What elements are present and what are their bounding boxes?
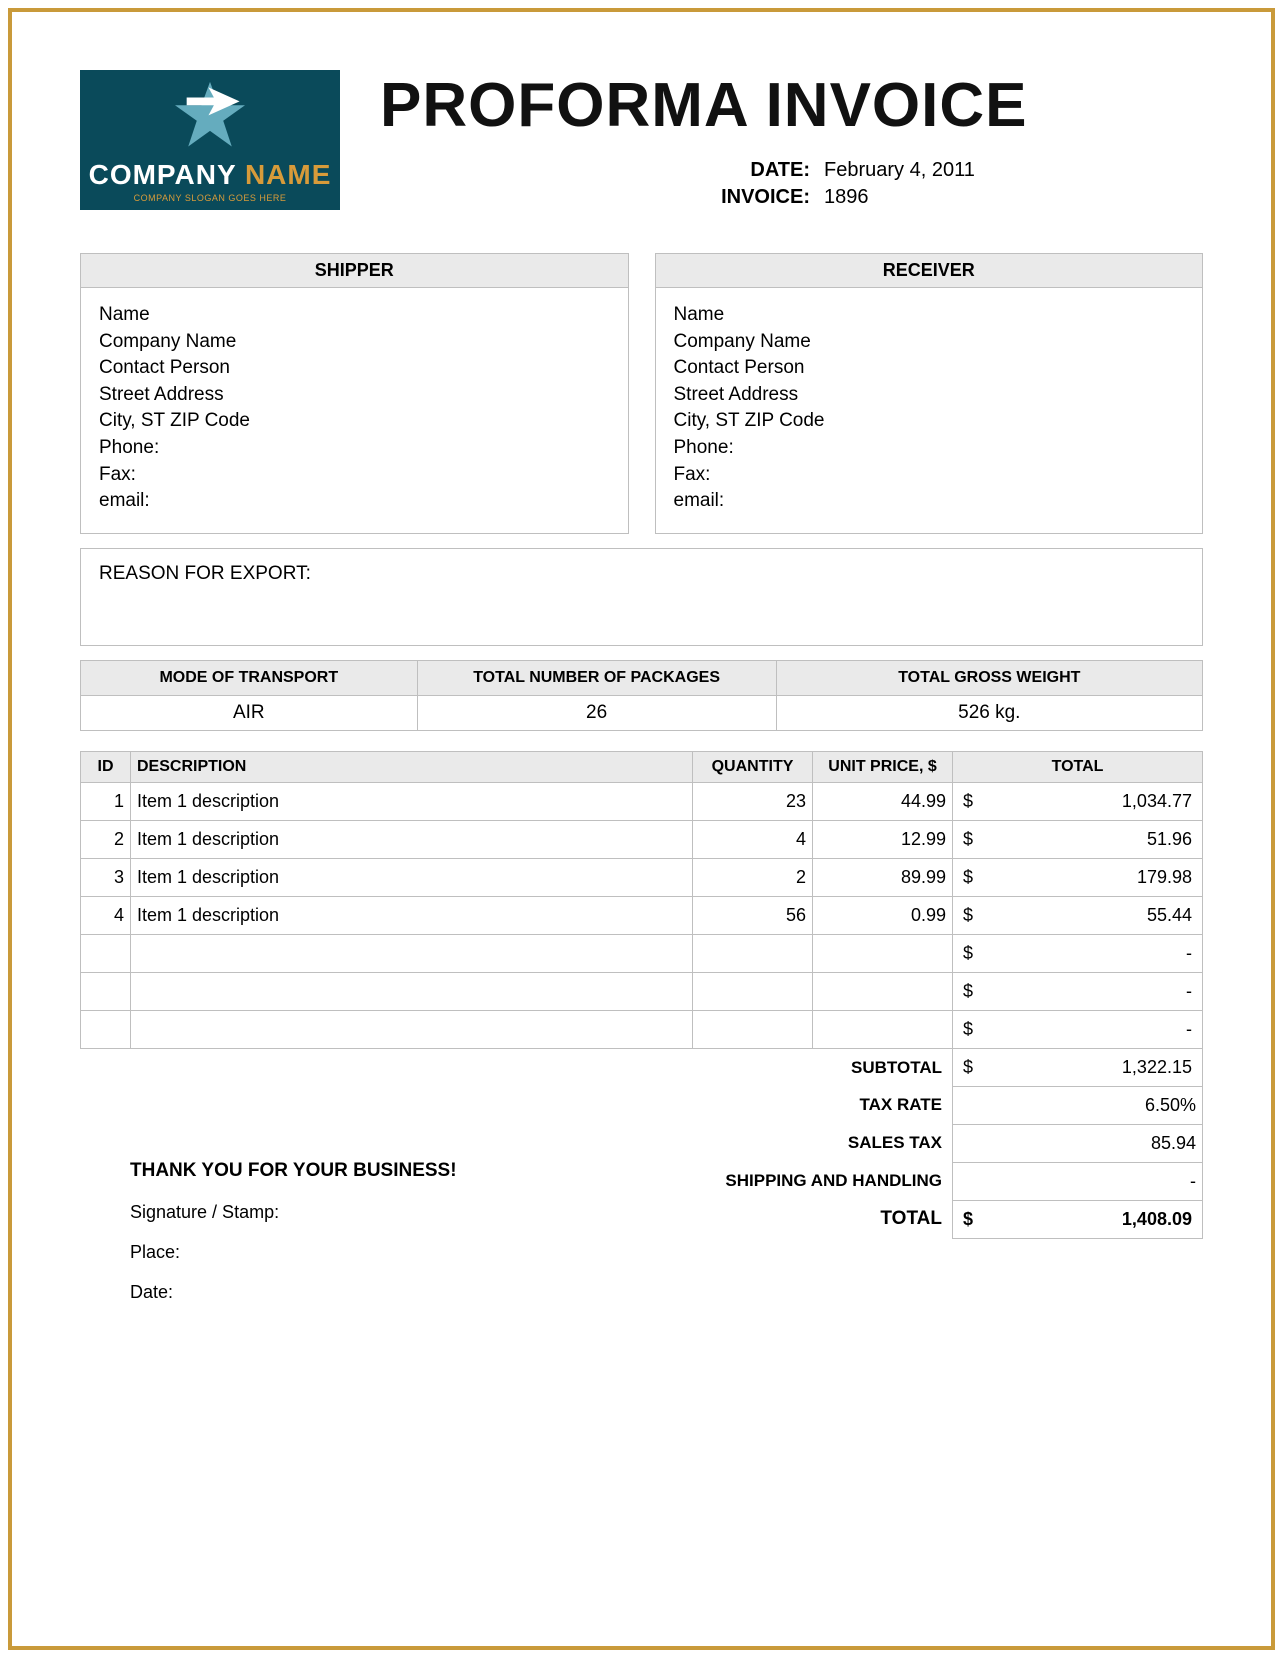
date-footer-label: Date: [130,1282,173,1303]
arrow-star-icon [170,78,250,153]
signature-label: Signature / Stamp: [130,1202,279,1223]
company-logo: COMPANY NAME COMPANY SLOGAN GOES HERE [80,70,340,210]
place-label: Place: [130,1242,180,1263]
logo-company-name: COMPANY NAME [89,159,332,191]
logo-slogan: COMPANY SLOGAN GOES HERE [134,193,287,203]
thanks-message: THANK YOU FOR YOUR BUSINESS! [130,1160,457,1182]
